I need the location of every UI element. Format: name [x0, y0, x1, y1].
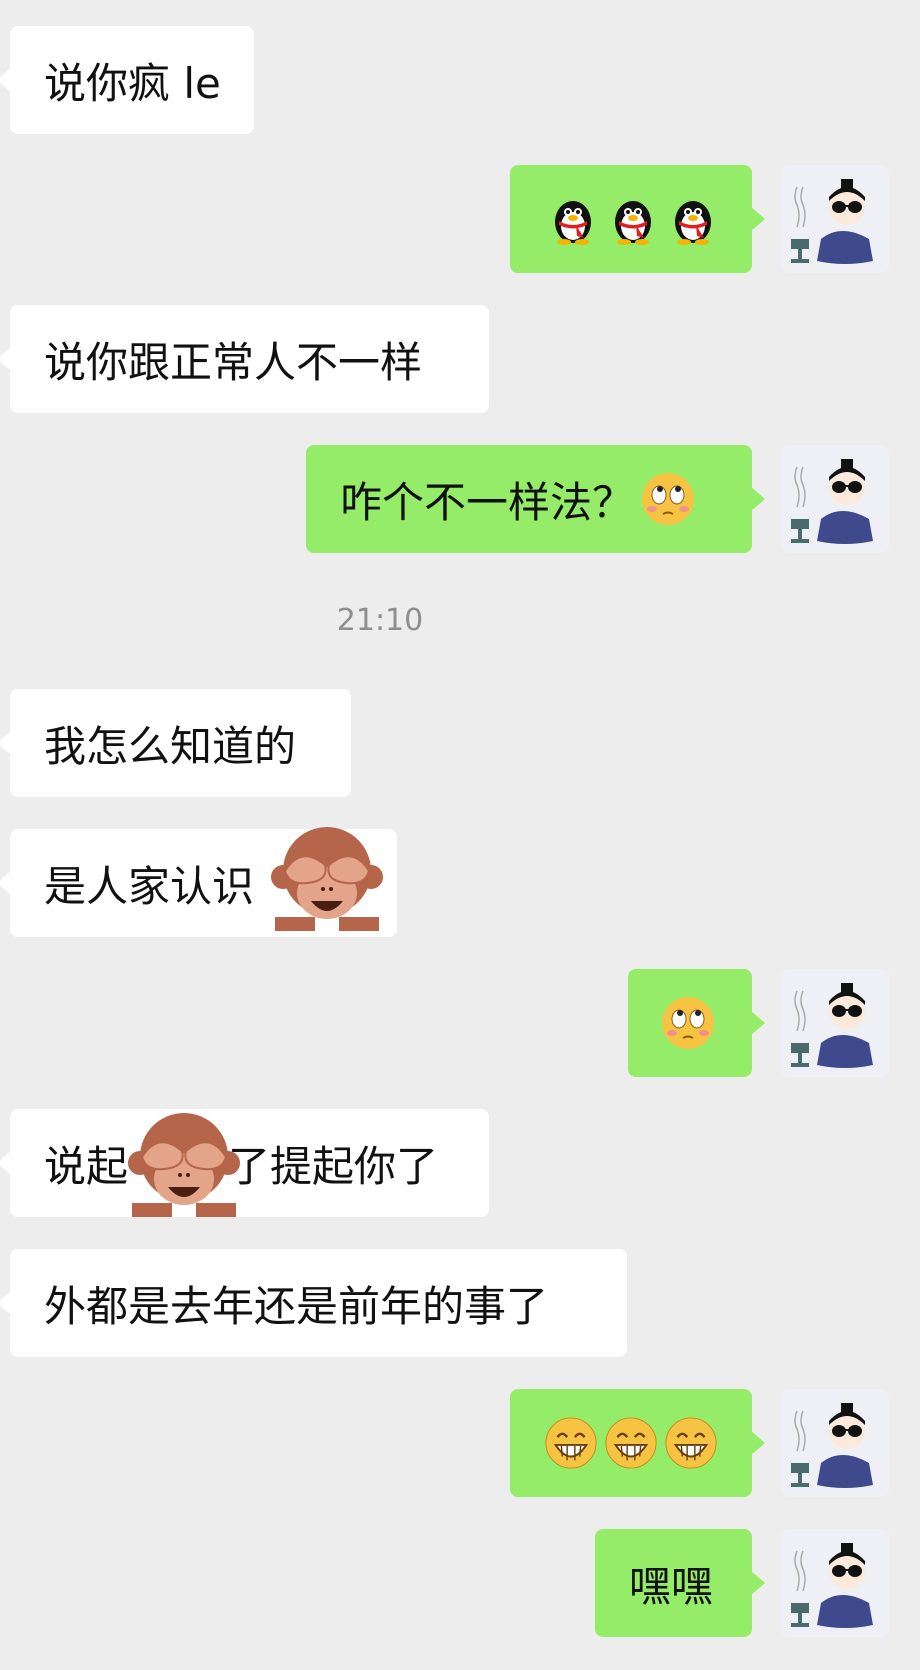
message-bubble-received[interactable]: 我怎么知道的: [0, 689, 351, 797]
message-row: [0, 969, 920, 1077]
qq-penguin-icon: [555, 201, 591, 245]
grin-face-icon: [665, 1417, 717, 1469]
qq-penguin-icon: [615, 201, 651, 245]
message-row: 是人家认识: [0, 827, 910, 937]
chat-view: 说你疯 le 说你跟正常人不一样 咋个不一样法？ 21:10 我怎么知道的 是人…: [0, 0, 920, 1670]
message-text: 说起: [44, 1141, 129, 1191]
message-bubble-received[interactable]: 说你疯 le: [0, 26, 254, 134]
message-bubble-sent[interactable]: [628, 969, 765, 1077]
monk-with-sunglasses-avatar-icon[interactable]: [781, 1389, 889, 1497]
monk-with-sunglasses-avatar-icon[interactable]: [781, 165, 889, 273]
grin-face-icon: [545, 1417, 597, 1469]
eye-roll-face-icon: [662, 997, 714, 1049]
qq-penguin-icon: [675, 201, 711, 245]
message-text: 了提起你了: [228, 1141, 439, 1191]
monk-with-sunglasses-avatar-icon[interactable]: [781, 969, 889, 1077]
message-text: 嘿嘿: [629, 1561, 714, 1611]
message-text: 说你跟正常人不一样: [44, 337, 423, 387]
monk-with-sunglasses-avatar-icon[interactable]: [781, 445, 889, 553]
grin-face-icon: [605, 1417, 657, 1469]
message-row: 我怎么知道的: [0, 689, 910, 797]
message-row: 咋个不一样法？: [0, 445, 920, 553]
message-text: 外都是去年还是前年的事了: [44, 1281, 549, 1331]
message-bubble-sent[interactable]: [510, 1389, 765, 1497]
see-no-evil-monkey-icon: [271, 827, 383, 931]
message-bubble-sent[interactable]: 嘿嘿: [595, 1529, 765, 1637]
message-timestamp: 21:10: [336, 603, 424, 638]
message-row: 外都是去年还是前年的事了: [0, 1249, 910, 1357]
message-row: 说起 了提起你了: [0, 1109, 910, 1217]
message-text: 是人家认识: [44, 861, 255, 911]
message-bubble-sent[interactable]: 咋个不一样法？: [306, 445, 765, 553]
message-row: 说你跟正常人不一样: [0, 305, 910, 413]
see-no-evil-monkey-icon: [128, 1113, 240, 1217]
monk-with-sunglasses-avatar-icon[interactable]: [781, 1529, 889, 1637]
message-bubble-received[interactable]: 说你跟正常人不一样: [0, 305, 489, 413]
message-row: 说你疯 le: [0, 26, 910, 134]
message-row: [0, 165, 920, 273]
message-bubble-received[interactable]: 外都是去年还是前年的事了: [0, 1249, 627, 1357]
message-text: 咋个不一样法？: [340, 477, 635, 527]
eye-roll-face-icon: [642, 473, 695, 525]
message-bubble-received[interactable]: 说起 了提起你了: [0, 1109, 489, 1217]
message-row: [0, 1389, 920, 1497]
message-text: 说你疯 le: [44, 58, 221, 108]
message-text: 我怎么知道的: [44, 721, 297, 771]
message-bubble-sent[interactable]: [510, 165, 765, 273]
message-row: 嘿嘿: [0, 1529, 920, 1637]
